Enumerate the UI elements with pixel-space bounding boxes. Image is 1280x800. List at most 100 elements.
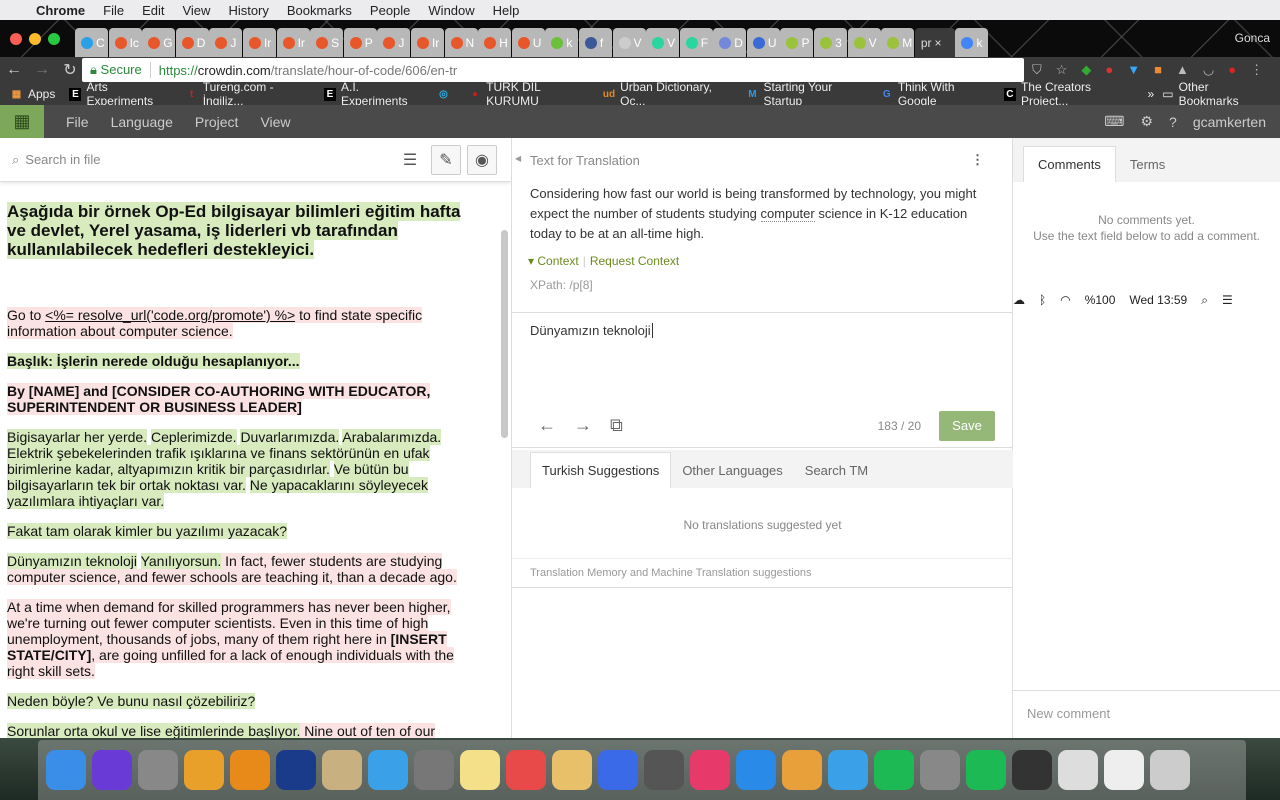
translatable-segment[interactable]: Fakat tam olarak kimler bu yazılımı yaza… bbox=[7, 523, 288, 539]
tab-search-tm[interactable]: Search TM bbox=[794, 453, 879, 488]
minimize-window-button[interactable] bbox=[29, 33, 41, 45]
bookmark-item[interactable]: C The Creators Project... bbox=[1003, 80, 1134, 108]
bookmark-item[interactable]: M Starting Your Startup bbox=[746, 80, 866, 108]
gear-icon[interactable]: ⚙ bbox=[1140, 113, 1153, 130]
translatable-segment[interactable]: Sorunlar orta okul ve lise eğitimlerinde… bbox=[7, 723, 301, 738]
translatable-segment[interactable]: Yanılıyorsun. bbox=[140, 553, 222, 569]
bookmark-item[interactable]: ud Urban Dictionary, Oc... bbox=[603, 80, 732, 108]
translatable-segment[interactable]: Ceplerimizde. bbox=[150, 429, 237, 445]
browser-tab[interactable]: N bbox=[444, 28, 478, 57]
browser-tab[interactable]: Ir bbox=[276, 28, 310, 57]
dock-app-icon[interactable] bbox=[1150, 750, 1190, 790]
chrome-menu-icon[interactable]: ⋮ bbox=[1250, 62, 1263, 78]
menu-item[interactable]: People bbox=[370, 3, 410, 18]
tab-turkish-suggestions[interactable]: Turkish Suggestions bbox=[530, 452, 672, 488]
translation-input[interactable]: Dünyamızın teknoloji bbox=[512, 312, 1013, 404]
keyboard-icon[interactable]: ⌨ bbox=[1104, 113, 1124, 130]
dock-app-icon[interactable] bbox=[690, 750, 730, 790]
username[interactable]: gcamkerten bbox=[1193, 114, 1266, 130]
translatable-segment[interactable]: Arabalarımızda. bbox=[342, 429, 442, 445]
extension-icon[interactable]: ◆ bbox=[1081, 62, 1091, 78]
back-button[interactable]: ← bbox=[0, 61, 28, 79]
browser-tab[interactable]: M bbox=[881, 28, 915, 57]
bookmark-item[interactable]: ● TÜRK DİL KURUMU bbox=[469, 80, 589, 108]
menu-item[interactable]: Help bbox=[493, 3, 520, 18]
dock-app-icon[interactable] bbox=[1104, 750, 1144, 790]
apps-grid-icon[interactable]: ▦ bbox=[0, 105, 44, 138]
dock-app-icon[interactable] bbox=[552, 750, 592, 790]
help-icon[interactable]: ? bbox=[1169, 114, 1177, 130]
browser-tab[interactable]: k bbox=[545, 28, 579, 57]
close-window-button[interactable] bbox=[10, 33, 22, 45]
drive-icon[interactable]: ▲ bbox=[1176, 62, 1189, 78]
dock-app-icon[interactable] bbox=[414, 750, 454, 790]
bookmarks-overflow[interactable]: » bbox=[1148, 87, 1155, 101]
extension-icon[interactable]: ▼ bbox=[1127, 62, 1140, 78]
dock-app-icon[interactable] bbox=[782, 750, 822, 790]
bookmark-star-icon[interactable]: ☆ bbox=[1056, 62, 1068, 78]
translatable-segment[interactable]: Başlık: İşlerin nerede olduğu hesaplanıy… bbox=[7, 353, 300, 369]
zoom-window-button[interactable] bbox=[48, 33, 60, 45]
bookmark-item[interactable]: G Think With Google bbox=[881, 80, 990, 108]
tab-terms[interactable]: Terms bbox=[1116, 147, 1179, 182]
menu-item[interactable]: File bbox=[103, 3, 124, 18]
bookmark-item[interactable]: E A.I. Experiments bbox=[323, 80, 423, 108]
other-bookmarks[interactable]: ▭ Other Bookmarks bbox=[1162, 80, 1266, 108]
new-comment-input[interactable]: New comment bbox=[1013, 690, 1280, 738]
browser-tab[interactable]: U bbox=[746, 28, 780, 57]
list-view-icon[interactable]: ☰ bbox=[395, 145, 425, 175]
browser-tab[interactable]: J bbox=[209, 28, 243, 57]
browser-tab[interactable]: k bbox=[955, 28, 989, 57]
translatable-segment[interactable]: Duvarlarımızda. bbox=[240, 429, 340, 445]
browser-tab[interactable]: F bbox=[679, 28, 713, 57]
scrollbar[interactable] bbox=[501, 230, 508, 438]
dock-app-icon[interactable] bbox=[184, 750, 224, 790]
translatable-segment[interactable]: By [NAME] and [CONSIDER CO-AUTHORING WIT… bbox=[7, 383, 431, 415]
browser-tab[interactable]: J bbox=[377, 28, 411, 57]
browser-tab[interactable]: Ir bbox=[410, 28, 444, 57]
browser-tab[interactable]: V bbox=[847, 28, 881, 57]
bookmark-item[interactable]: t Tureng.com - İngiliz... bbox=[186, 80, 310, 108]
browser-tab[interactable]: G bbox=[142, 28, 176, 57]
dock-app-icon[interactable] bbox=[322, 750, 362, 790]
dock-app-icon[interactable] bbox=[644, 750, 684, 790]
save-button[interactable]: Save bbox=[939, 410, 995, 441]
glossary-term[interactable]: computer bbox=[760, 206, 815, 222]
app-menu-item[interactable]: View bbox=[260, 114, 290, 130]
translatable-segment[interactable]: At a time when demand for skilled progra… bbox=[7, 599, 451, 647]
close-tab-icon[interactable]: × bbox=[935, 36, 942, 50]
browser-tab[interactable]: P bbox=[780, 28, 814, 57]
dock-app-icon[interactable] bbox=[874, 750, 914, 790]
extension-icon[interactable]: ● bbox=[1105, 62, 1113, 78]
dock-app-icon[interactable] bbox=[46, 750, 86, 790]
more-options-icon[interactable]: ⋮ bbox=[971, 152, 1012, 168]
app-menu-item[interactable]: Project bbox=[195, 114, 239, 130]
dock-app-icon[interactable] bbox=[506, 750, 546, 790]
menu-app[interactable]: Chrome bbox=[36, 3, 85, 18]
dock-app-icon[interactable] bbox=[138, 750, 178, 790]
dock-app-icon[interactable] bbox=[92, 750, 132, 790]
dock-app-icon[interactable] bbox=[598, 750, 638, 790]
browser-tab[interactable]: f bbox=[578, 28, 612, 57]
extension-icon[interactable]: ● bbox=[1228, 62, 1236, 78]
pocket-icon[interactable]: ◡ bbox=[1203, 62, 1214, 78]
browser-tab-active[interactable]: pr × bbox=[914, 28, 955, 57]
browser-tab[interactable]: Ic bbox=[108, 28, 142, 57]
browser-tab[interactable]: H bbox=[478, 28, 512, 57]
dock-app-icon[interactable] bbox=[736, 750, 776, 790]
collapse-left-icon[interactable]: ◀ bbox=[515, 154, 521, 163]
bookmark-item[interactable]: ◎ bbox=[437, 80, 455, 108]
translatable-segment[interactable]: Nine out of ten of our bbox=[300, 723, 436, 738]
menu-item[interactable]: History bbox=[228, 3, 268, 18]
menu-item[interactable]: Window bbox=[428, 3, 474, 18]
context-toggle[interactable]: ▾ Context bbox=[528, 254, 579, 268]
extension-icon[interactable]: ■ bbox=[1154, 62, 1162, 78]
menu-item[interactable]: View bbox=[182, 3, 210, 18]
browser-tab[interactable]: P bbox=[343, 28, 377, 57]
translatable-segment[interactable]: Aşağıda bir örnek Op-Ed bilgisayar bilim… bbox=[7, 202, 461, 259]
dock-app-icon[interactable] bbox=[966, 750, 1006, 790]
browser-tab[interactable]: V bbox=[612, 28, 646, 57]
preview-eye-icon[interactable]: ◉ bbox=[467, 144, 497, 175]
browser-tab[interactable]: D bbox=[175, 28, 209, 57]
browser-tab[interactable]: Ir bbox=[242, 28, 276, 57]
